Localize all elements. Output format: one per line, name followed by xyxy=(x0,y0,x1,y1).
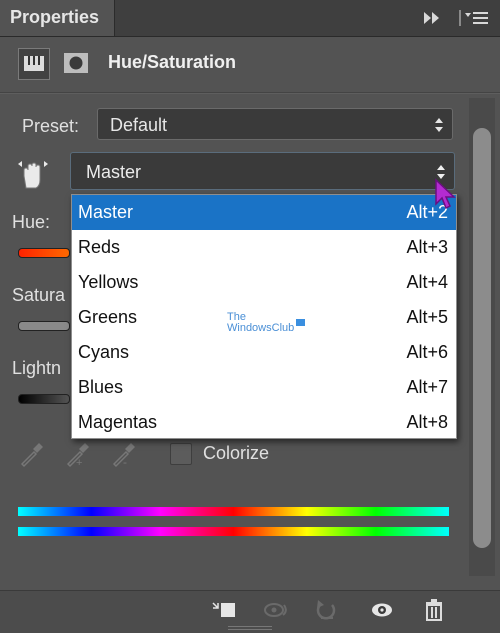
double-chevron-right-icon[interactable] xyxy=(423,10,441,26)
channel-option-reds[interactable]: Reds Alt+3 xyxy=(72,230,456,265)
channel-option-magentas[interactable]: Magentas Alt+8 xyxy=(72,405,456,440)
view-previous-state-icon[interactable] xyxy=(262,597,290,623)
channel-option-shortcut: Alt+7 xyxy=(406,377,448,397)
channel-option-name: Yellows xyxy=(78,272,139,292)
scrollbar-thumb[interactable] xyxy=(473,128,491,548)
up-down-arrows-icon xyxy=(435,118,443,132)
hue-label: Hue: xyxy=(12,212,51,232)
watermark: The WindowsClub xyxy=(227,312,306,334)
adjustment-header: Hue/Saturation xyxy=(0,40,500,86)
reset-icon[interactable] xyxy=(312,597,340,623)
panel-title: Properties xyxy=(10,7,100,27)
colorize-checkbox[interactable] xyxy=(170,443,192,465)
channel-option-name: Greens xyxy=(78,307,138,327)
mouse-cursor-icon xyxy=(435,178,456,210)
channel-option-name: Cyans xyxy=(78,342,130,362)
layer-mask-icon[interactable] xyxy=(61,48,91,78)
channel-option-shortcut: Alt+8 xyxy=(406,412,448,432)
clip-to-layer-icon[interactable] xyxy=(210,597,238,623)
panel-menu-icon[interactable] xyxy=(458,9,490,27)
preset-label: Preset: xyxy=(22,116,80,136)
preset-value: Default xyxy=(110,115,168,135)
lightness-label: Lightn xyxy=(12,358,62,378)
channel-option-name: Master xyxy=(78,202,134,222)
svg-text:-: - xyxy=(123,455,127,468)
saturation-label: Satura xyxy=(12,285,66,305)
channel-option-shortcut: Alt+4 xyxy=(406,272,448,292)
colorize-label: Colorize xyxy=(203,443,270,463)
output-spectrum-bar xyxy=(18,527,449,536)
divider xyxy=(0,92,500,94)
properties-tab[interactable]: Properties xyxy=(0,0,115,36)
watermark-logo-icon xyxy=(296,319,306,326)
channel-option-shortcut: Alt+6 xyxy=(406,342,448,362)
channel-option-blues[interactable]: Blues Alt+7 xyxy=(72,370,456,405)
panel-titlebar: Properties xyxy=(0,0,500,37)
channel-option-yellows[interactable]: Yellows Alt+4 xyxy=(72,265,456,300)
watermark-line2: WindowsClub xyxy=(227,322,295,334)
channel-select[interactable]: Master xyxy=(70,152,455,190)
trash-icon[interactable] xyxy=(420,597,448,623)
targeted-adjustment-hand-icon[interactable] xyxy=(16,158,50,192)
channel-value: Master xyxy=(86,162,142,182)
adjustment-title: Hue/Saturation xyxy=(108,52,237,72)
adjustment-layer-icon[interactable] xyxy=(18,48,50,80)
eyedropper-icon[interactable] xyxy=(18,440,46,468)
visibility-eye-icon[interactable] xyxy=(368,597,396,623)
channel-option-shortcut: Alt+5 xyxy=(406,307,448,327)
channel-option-name: Reds xyxy=(78,237,121,257)
eyedropper-minus-icon[interactable]: - xyxy=(110,440,138,468)
properties-panel: Properties Hue/Saturation Preset: Defaul… xyxy=(0,0,500,633)
lightness-slider[interactable] xyxy=(18,394,70,404)
svg-text:+: + xyxy=(76,457,82,468)
channel-option-shortcut: Alt+3 xyxy=(406,237,448,257)
channel-option-master[interactable]: Master Alt+2 xyxy=(72,195,456,230)
eyedropper-plus-icon[interactable]: + xyxy=(64,440,92,468)
resize-grip-icon[interactable] xyxy=(228,626,272,630)
channel-option-name: Blues xyxy=(78,377,124,397)
channel-option-cyans[interactable]: Cyans Alt+6 xyxy=(72,335,456,370)
channel-option-name: Magentas xyxy=(78,412,158,432)
hue-slider[interactable] xyxy=(18,248,70,258)
saturation-slider[interactable] xyxy=(18,321,70,331)
input-spectrum-bar xyxy=(18,507,449,516)
preset-select[interactable]: Default xyxy=(97,108,453,140)
